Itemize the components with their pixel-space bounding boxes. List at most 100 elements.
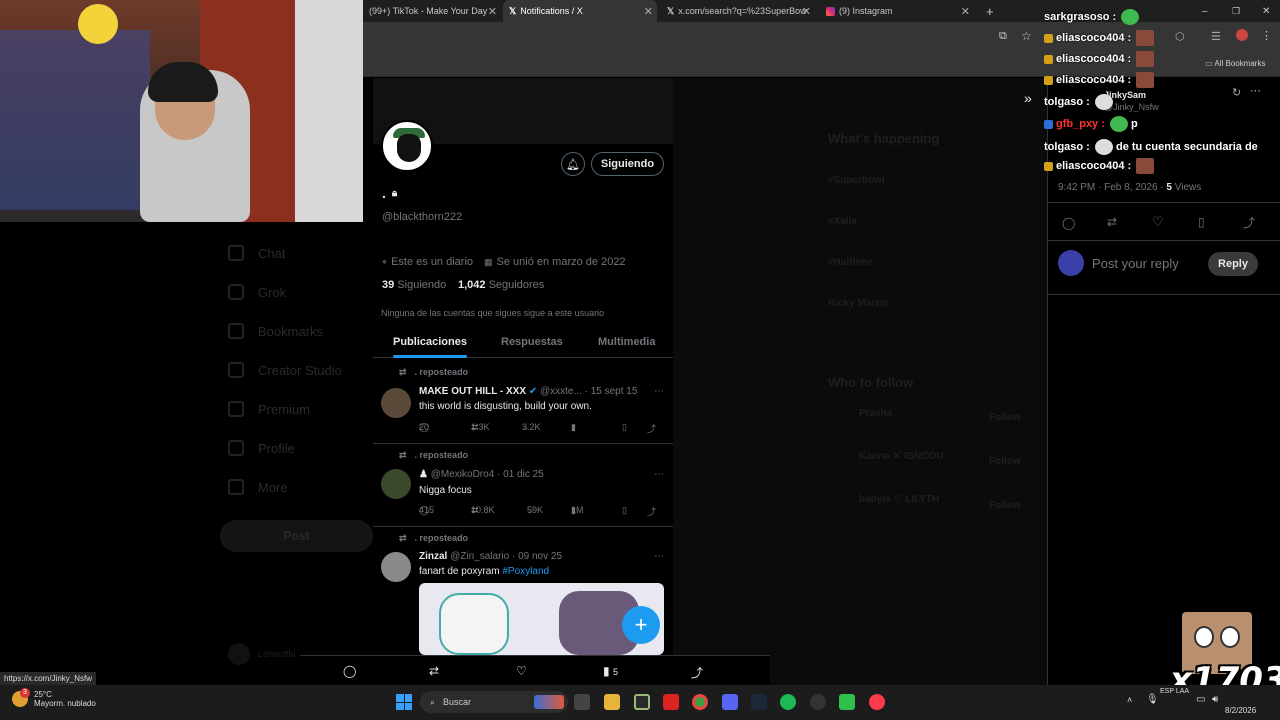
post-item[interactable]: ⇄. reposteado ♟ @MexikoDro4 · 01 dic 25 … bbox=[373, 445, 673, 527]
steam-icon[interactable] bbox=[751, 694, 767, 710]
app-icon[interactable] bbox=[663, 694, 679, 710]
nav-creator-studio[interactable]: Creator Studio bbox=[228, 362, 342, 378]
follow-button[interactable]: Follow bbox=[989, 500, 1021, 511]
tab-x-search[interactable]: 𝕏 x.com/search?q=%23SuperBow ✕ bbox=[661, 0, 815, 22]
avatar[interactable] bbox=[381, 552, 411, 582]
nav-bookmarks[interactable]: Bookmarks bbox=[228, 323, 323, 339]
post-item[interactable]: ⇄. reposteado MAKE OUT HILL - XXX ✔ @xxx… bbox=[373, 362, 673, 444]
more-options-icon[interactable]: ⋯ bbox=[654, 386, 664, 397]
share-icon[interactable]: ⤴ bbox=[691, 664, 703, 681]
app-icon[interactable] bbox=[839, 694, 855, 710]
chrome-icon[interactable] bbox=[692, 694, 708, 710]
network-icon[interactable]: ▭ bbox=[1196, 694, 1205, 705]
post-date[interactable]: · 09 nov 25 bbox=[512, 551, 562, 562]
nav-chat[interactable]: Chat bbox=[228, 245, 285, 261]
trend-item[interactable]: Ricky Martin bbox=[828, 298, 887, 309]
expand-chevrons-icon[interactable]: » bbox=[1024, 90, 1032, 106]
close-window-button[interactable]: ✕ bbox=[1256, 0, 1270, 22]
trend-item[interactable]: #Halftime bbox=[828, 257, 873, 268]
account-switcher[interactable]: Lehardfla bbox=[228, 643, 296, 665]
follow-suggestion[interactable]: Kanna ✕ IGNCOU bbox=[859, 451, 944, 462]
profile-bio-item: ⌖ Este es un diario bbox=[382, 256, 474, 268]
close-tab-icon[interactable]: ✕ bbox=[961, 5, 970, 18]
hashtag-link[interactable]: #Poxyland bbox=[502, 566, 549, 577]
tab-multimedia[interactable]: Multimedia bbox=[598, 336, 655, 348]
task-view-icon[interactable] bbox=[574, 694, 590, 710]
more-options-icon[interactable]: ⋯ bbox=[654, 469, 664, 480]
emote-icon bbox=[1094, 139, 1113, 155]
followers-count[interactable]: 1,042 Seguidores bbox=[458, 279, 544, 291]
reply-button[interactable]: Reply bbox=[1208, 252, 1258, 276]
browser-menu-icon[interactable]: ⋮ bbox=[1261, 29, 1272, 42]
opera-icon[interactable] bbox=[869, 694, 885, 710]
tab-tiktok[interactable]: (99+) TikTok - Make Your Day ✕ bbox=[363, 0, 501, 22]
minimize-button[interactable]: – bbox=[1196, 0, 1208, 22]
nav-profile[interactable]: Profile bbox=[228, 440, 295, 456]
views-button[interactable]: ▮ 5 bbox=[603, 664, 618, 678]
windows-start-icon[interactable] bbox=[396, 694, 412, 710]
extensions-icon[interactable]: ⬡ bbox=[1175, 30, 1185, 43]
post-date[interactable]: · 15 sept 15 bbox=[585, 386, 638, 397]
bookmark-star-icon[interactable]: ☆ bbox=[1021, 29, 1032, 43]
share-icon[interactable]: ⤴ bbox=[1243, 214, 1255, 231]
compose-fab-button[interactable]: + bbox=[622, 606, 660, 644]
close-tab-icon[interactable]: ✕ bbox=[488, 5, 497, 18]
tab-instagram[interactable]: (9) Instagram ✕ bbox=[820, 0, 974, 22]
repost-icon[interactable]: ⇄ bbox=[1107, 215, 1117, 229]
nav-premium[interactable]: Premium bbox=[228, 401, 310, 417]
microphone-icon[interactable]: 🎙︎ bbox=[1146, 694, 1159, 705]
repost-icon[interactable]: ⇄ bbox=[429, 664, 439, 678]
all-bookmarks-button[interactable]: ▭ All Bookmarks bbox=[1205, 59, 1265, 68]
taskbar-search[interactable]: ⌕ Buscar bbox=[420, 691, 568, 713]
clock-date[interactable]: 8/2/2026 bbox=[1225, 706, 1256, 715]
tab-publicaciones[interactable]: Publicaciones bbox=[393, 336, 467, 358]
tab-notifications-x[interactable]: 𝕏 Notifications / X ✕ bbox=[503, 0, 657, 22]
follow-button[interactable]: Follow bbox=[989, 456, 1021, 467]
reading-list-icon[interactable]: ☰ bbox=[1211, 30, 1221, 43]
post-author-name[interactable]: Zinzal bbox=[419, 551, 447, 562]
close-tab-icon[interactable]: ✕ bbox=[644, 5, 653, 18]
more-options-icon[interactable]: ⋯ bbox=[654, 551, 664, 562]
trend-item[interactable]: #Superbowl bbox=[828, 175, 885, 186]
nav-more[interactable]: More bbox=[228, 479, 288, 495]
language-indicator[interactable]: ESP LAA bbox=[1160, 688, 1190, 695]
weather-widget[interactable]: 3 25°C Mayorm. nublado bbox=[12, 688, 96, 708]
spotify-icon[interactable] bbox=[780, 694, 796, 710]
follow-button[interactable]: Follow bbox=[989, 412, 1021, 423]
refresh-icon[interactable]: ↻ bbox=[1232, 86, 1241, 99]
search-highlight-image bbox=[534, 695, 564, 709]
discord-icon[interactable] bbox=[722, 694, 738, 710]
bookmark-icon[interactable]: ▯ bbox=[1198, 215, 1205, 229]
avatar[interactable] bbox=[381, 469, 411, 499]
post-date[interactable]: · 01 dic 25 bbox=[497, 469, 544, 480]
post-author-name[interactable]: ♟ bbox=[419, 469, 428, 480]
profile-avatar-icon[interactable] bbox=[1236, 29, 1248, 41]
app-icon[interactable] bbox=[634, 694, 650, 710]
tab-respuestas[interactable]: Respuestas bbox=[501, 336, 563, 348]
avatar[interactable] bbox=[381, 388, 411, 418]
follow-suggestion[interactable]: babyia ♡ LILYTH bbox=[859, 494, 939, 505]
obs-icon[interactable] bbox=[810, 694, 826, 710]
following-button[interactable]: Siguiendo bbox=[591, 152, 664, 176]
new-tab-button[interactable]: + bbox=[980, 0, 996, 22]
reply-icon[interactable]: ◯ bbox=[343, 664, 356, 678]
maximize-button[interactable]: ❐ bbox=[1226, 0, 1240, 22]
heart-icon[interactable]: ♡ bbox=[1152, 214, 1164, 230]
reply-icon[interactable]: ◯ bbox=[1062, 216, 1075, 230]
more-options-icon[interactable]: ⋯ bbox=[1250, 84, 1261, 97]
trend-item[interactable]: #Xalia bbox=[828, 216, 857, 227]
reply-input[interactable]: Post your reply bbox=[1092, 256, 1179, 271]
follow-suggestion[interactable]: Prasha bbox=[859, 408, 892, 419]
post-author-name[interactable]: MAKE OUT HILL - XXX bbox=[419, 386, 526, 397]
notifications-bell-button[interactable]: 🔔︎ bbox=[561, 152, 585, 176]
volume-icon[interactable]: 🔊︎ bbox=[1212, 694, 1218, 705]
close-tab-icon[interactable]: ✕ bbox=[802, 5, 811, 18]
post-button[interactable]: Post bbox=[220, 520, 373, 552]
file-explorer-icon[interactable] bbox=[604, 694, 620, 710]
screen-cast-icon[interactable]: ⧉ bbox=[999, 30, 1007, 43]
nav-grok[interactable]: Grok bbox=[228, 284, 286, 300]
heart-icon[interactable]: ♡ bbox=[516, 664, 527, 678]
tray-chevron-icon[interactable]: ˄ bbox=[1127, 695, 1132, 705]
profile-avatar[interactable] bbox=[381, 120, 433, 172]
following-count[interactable]: 39 Siguiendo bbox=[382, 279, 446, 291]
